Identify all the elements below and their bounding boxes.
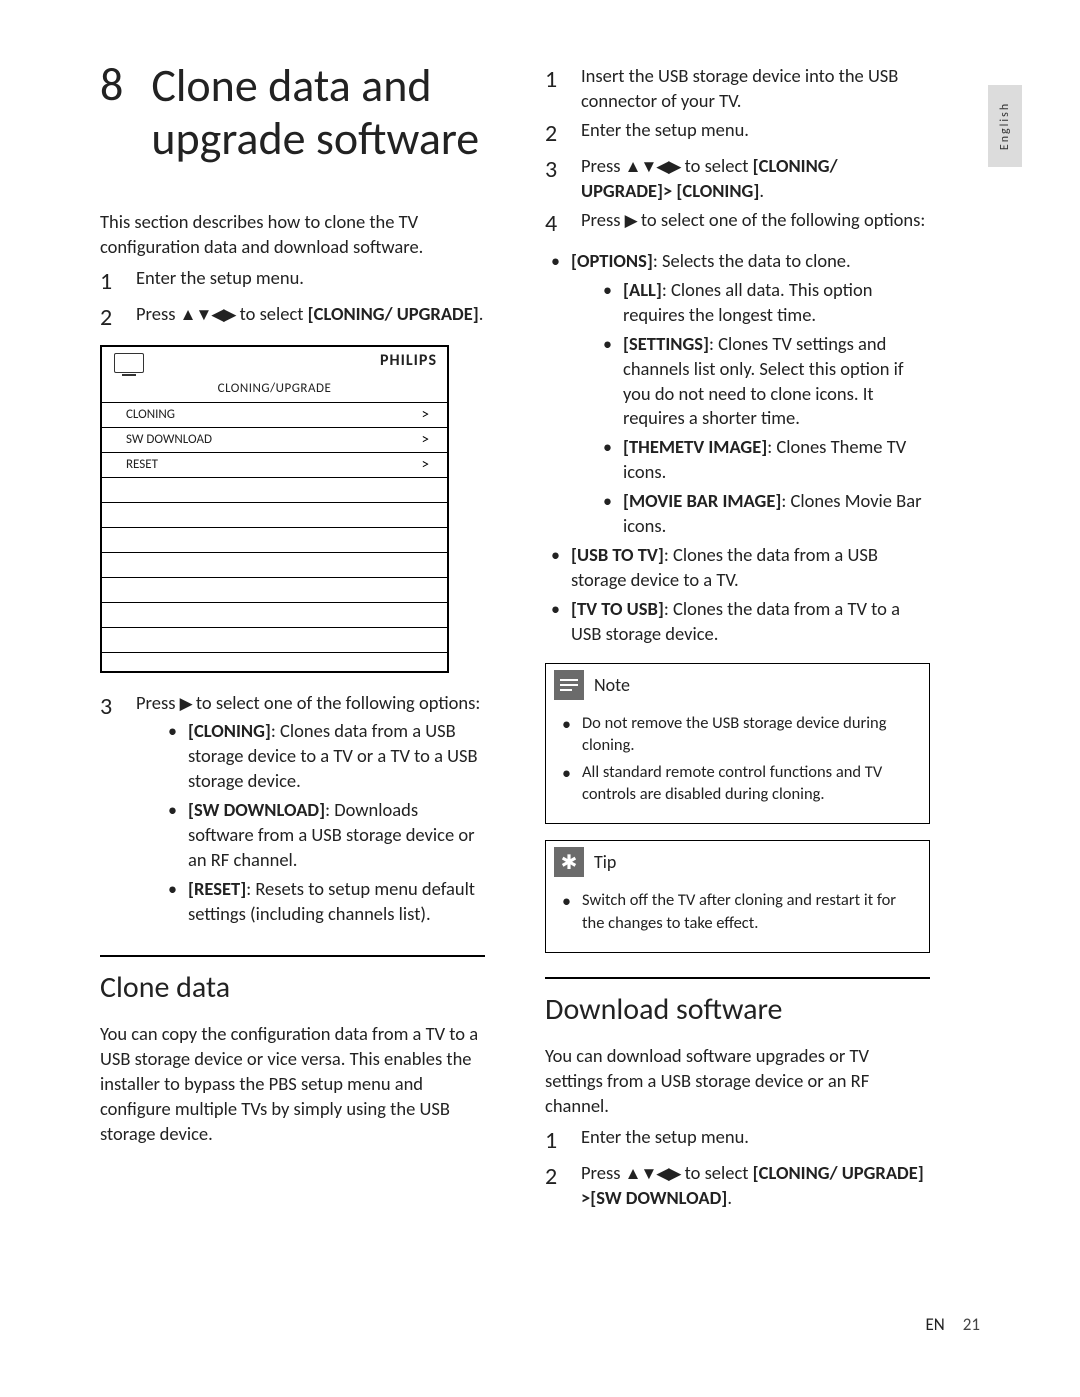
tv-menu-row: CLONING> xyxy=(102,403,447,428)
left-column: 8 Clone data and upgrade software This s… xyxy=(100,60,485,1219)
chapter-header: 8 Clone data and upgrade software xyxy=(100,60,485,206)
section-rule xyxy=(100,955,485,957)
left-options: [CLONING]: Clones data from a USB storag… xyxy=(162,719,485,927)
right-arrow-icon: ▶ xyxy=(625,211,637,230)
page-footer: EN 21 xyxy=(925,1314,980,1335)
right-column: 1 Insert the USB storage device into the … xyxy=(545,60,930,1219)
tv-menu-row xyxy=(102,478,447,503)
note-item: All standard remote control functions an… xyxy=(556,761,917,806)
tv-brand: PHILIPS xyxy=(380,351,437,370)
step-number: 2 xyxy=(545,118,563,150)
step-text: Enter the setup menu. xyxy=(136,266,485,298)
tv-menu-row xyxy=(102,503,447,528)
tv-menu-row xyxy=(102,528,447,553)
nav-arrows-icon: ▲▼◀▶ xyxy=(180,305,236,324)
step-number: 4 xyxy=(545,208,563,240)
chapter-title: Clone data and upgrade software xyxy=(151,60,485,166)
step-text: Press ▲▼◀▶ to select [CLONING/ UPGRADE]. xyxy=(136,302,485,334)
caret-icon: > xyxy=(422,406,429,424)
step-text: Press ▶ to select one of the following o… xyxy=(136,691,485,932)
tv-menu-row xyxy=(102,578,447,603)
intro-text: This section describes how to clone the … xyxy=(100,210,485,260)
tv-menu-row xyxy=(102,628,447,653)
step-number: 3 xyxy=(100,691,118,932)
tv-menu-row: SW DOWNLOAD> xyxy=(102,428,447,453)
note-box: Note Do not remove the USB storage devic… xyxy=(545,663,930,824)
tv-menu-row xyxy=(102,553,447,578)
language-tab: English xyxy=(988,85,1022,167)
right-arrow-icon: ▶ xyxy=(180,694,192,713)
section-rule xyxy=(545,977,930,979)
footer-lang: EN xyxy=(925,1314,944,1335)
step-number: 1 xyxy=(545,64,563,114)
nav-arrows-icon: ▲▼◀▶ xyxy=(625,157,681,176)
step-number: 2 xyxy=(545,1161,563,1211)
note-title: Note xyxy=(594,674,630,696)
note-item: Do not remove the USB storage device dur… xyxy=(556,712,917,757)
step-text: Enter the setup menu. xyxy=(581,118,930,150)
step-text: Press ▲▼◀▶ to select [CLONING/ UPGRADE]>… xyxy=(581,154,930,204)
download-steps: 1 Enter the setup menu. 2 Press ▲▼◀▶ to s… xyxy=(545,1125,930,1211)
step-number: 3 xyxy=(545,154,563,204)
tv-menu-title: CLONING/UPGRADE xyxy=(102,377,447,403)
intro-steps: 1 Enter the setup menu. 2 Press ▲▼◀▶ to … xyxy=(100,266,485,335)
options-sublist: [ALL]: Clones all data. This option requ… xyxy=(597,278,930,540)
tv-menu-row: RESET> xyxy=(102,453,447,478)
step-text: Insert the USB storage device into the U… xyxy=(581,64,930,114)
tv-icon xyxy=(114,353,144,375)
language-tab-label: English xyxy=(998,102,1012,150)
step-number: 2 xyxy=(100,302,118,334)
tip-box: ✱ Tip Switch off the TV after cloning an… xyxy=(545,840,930,953)
tip-title: Tip xyxy=(594,851,616,873)
left-step3: 3 Press ▶ to select one of the following… xyxy=(100,691,485,932)
caret-icon: > xyxy=(422,456,429,474)
nav-arrows-icon: ▲▼◀▶ xyxy=(625,1164,681,1183)
tip-item: Switch off the TV after cloning and rest… xyxy=(556,889,917,934)
right-steps: 1 Insert the USB storage device into the … xyxy=(545,64,930,241)
step-text: Enter the setup menu. xyxy=(581,1125,930,1157)
tv-menu-screenshot: PHILIPS CLONING/UPGRADE CLONING> SW DOWN… xyxy=(100,345,449,673)
step-text: Press ▶ to select one of the following o… xyxy=(581,208,930,240)
tip-icon: ✱ xyxy=(554,847,584,877)
tv-menu-row xyxy=(102,603,447,628)
chapter-number: 8 xyxy=(100,60,123,111)
step-number: 1 xyxy=(545,1125,563,1157)
step-number: 1 xyxy=(100,266,118,298)
page-number: 21 xyxy=(963,1314,980,1335)
right-options: [OPTIONS]: Selects the data to clone. [A… xyxy=(545,249,930,648)
section-lead: You can copy the configuration data from… xyxy=(100,1022,485,1147)
caret-icon: > xyxy=(422,431,429,449)
section-title-download: Download software xyxy=(545,991,930,1028)
step-text: Press ▲▼◀▶ to select [CLONING/ UPGRADE] … xyxy=(581,1161,930,1211)
section-lead: You can download software upgrades or TV… xyxy=(545,1044,930,1119)
note-icon xyxy=(554,670,584,700)
section-title-clone: Clone data xyxy=(100,969,485,1006)
